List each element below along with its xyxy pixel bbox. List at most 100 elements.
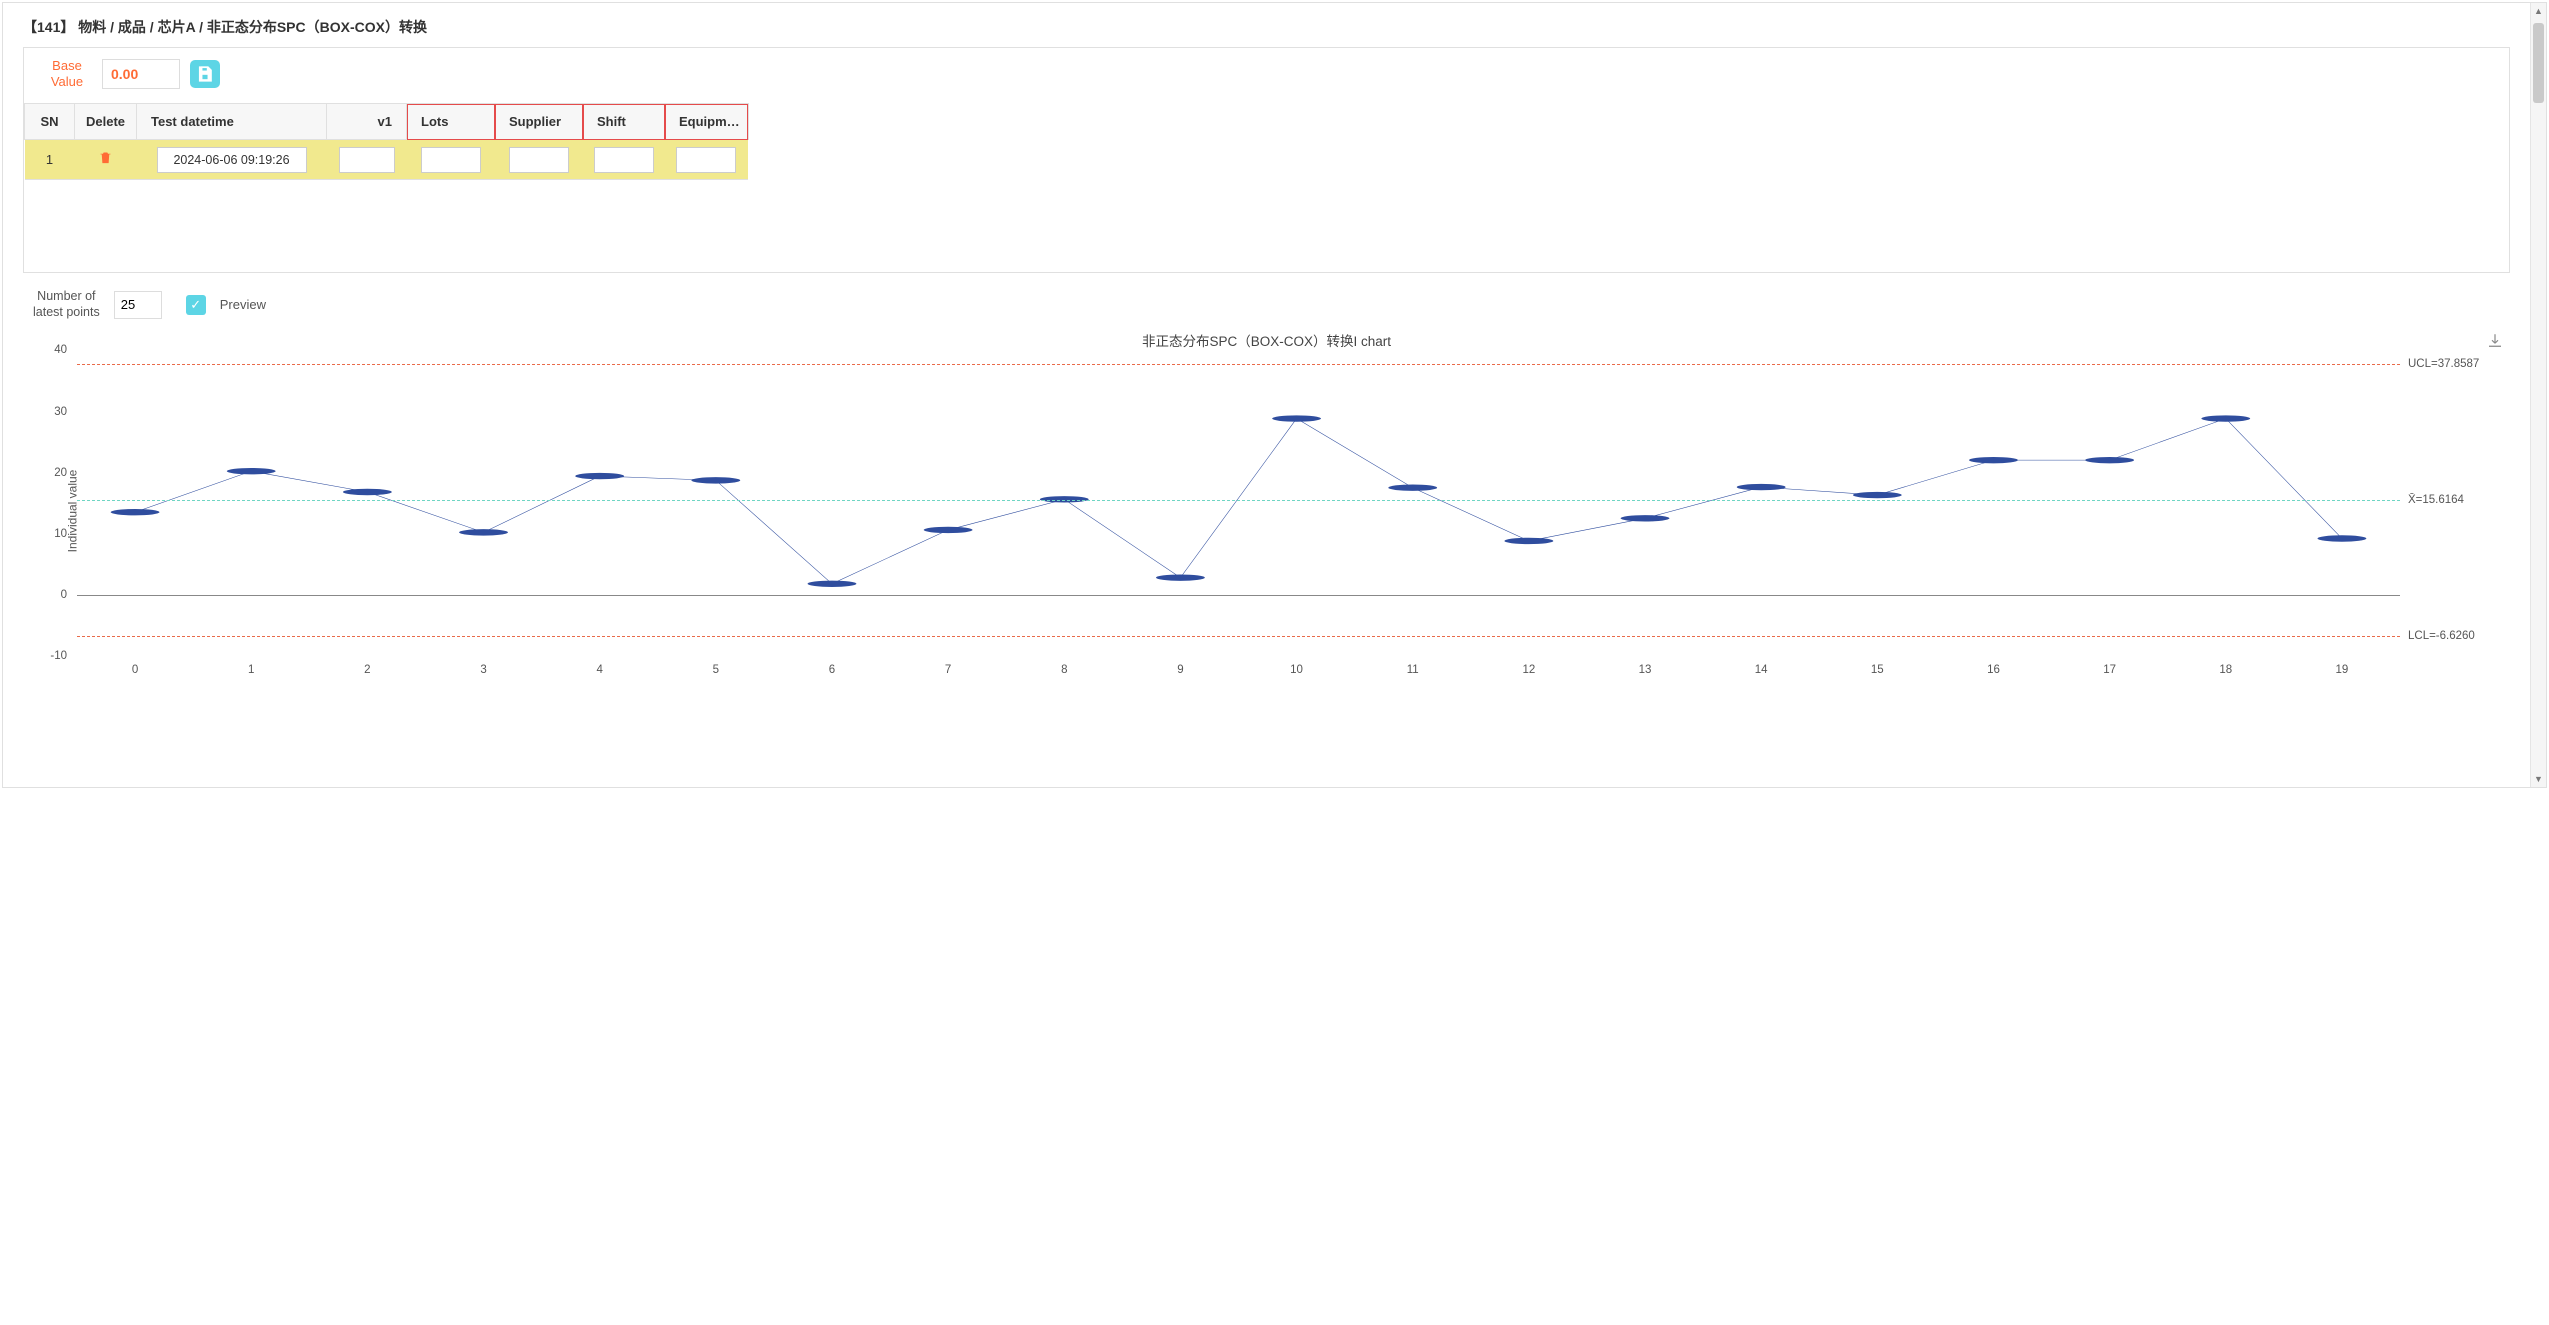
cell-sn: 1 [25,140,75,180]
lots-input[interactable] [421,147,481,173]
series-point [111,509,160,515]
x-tick: 10 [1290,656,1303,676]
content-pane: 【141】 物料 / 成品 / 芯片A / 非正态分布SPC（BOX-COX）转… [3,3,2530,787]
latest-points-input[interactable] [114,291,162,319]
cell-supplier [495,140,583,180]
x-tick: 4 [596,656,602,676]
x-tick: 0 [132,656,138,676]
x-tick: 17 [2103,656,2116,676]
col-supplier: Supplier [495,104,583,140]
series-point [1388,485,1437,491]
cell-shift [583,140,665,180]
series-point [1272,416,1321,422]
preview-row: Number of latest points ✓ Preview [3,287,2530,322]
y-tick: -10 [50,650,77,662]
cell-datetime: 2024-06-06 09:19:26 [137,140,327,180]
series-point [227,468,276,474]
config-card: Base Value SN Del [23,47,2510,273]
base-value-input[interactable] [102,59,180,89]
x-tick: 7 [945,656,951,676]
download-icon [2486,332,2504,350]
y-tick: 10 [54,528,77,540]
x-tick: 3 [480,656,486,676]
x-tick: 9 [1177,656,1183,676]
chart-area: 非正态分布SPC（BOX-COX）转换I chart Individual va… [23,326,2510,696]
app-root: 【141】 物料 / 成品 / 芯片A / 非正态分布SPC（BOX-COX）转… [2,2,2547,788]
cell-equipment [665,140,749,180]
series-point [2201,416,2250,422]
cell-lots [407,140,495,180]
latest-label-line2: latest points [33,305,100,319]
cell-v1 [327,140,407,180]
col-lots: Lots [407,104,495,140]
series-point [1621,516,1670,522]
y-tick: 0 [61,589,77,601]
series-point [1853,492,1902,498]
x-tick: 15 [1871,656,1884,676]
x-tick: 19 [2336,656,2349,676]
reference-label: LCL=-6.6260 [2400,630,2475,642]
col-datetime: Test datetime [137,104,327,140]
chart-title: 非正态分布SPC（BOX-COX）转换I chart [23,326,2510,350]
series-point [1156,575,1205,581]
scroll-down-button[interactable]: ▼ [2531,771,2546,787]
x-tick: 18 [2219,656,2232,676]
x-tick: 14 [1755,656,1768,676]
x-tick: 16 [1987,656,2000,676]
chart-plot: -100102030400123456789101112131415161718… [77,350,2400,656]
equipment-input[interactable] [676,147,736,173]
base-value-label: Base Value [42,58,92,89]
cell-delete [75,140,137,180]
y-tick: 20 [54,467,77,479]
scroll-thumb[interactable] [2533,23,2544,103]
series-point [924,527,973,533]
x-tick: 13 [1639,656,1652,676]
x-tick: 8 [1061,656,1067,676]
supplier-input[interactable] [509,147,569,173]
trash-icon [98,150,113,165]
v1-input[interactable] [339,147,395,173]
datetime-input[interactable]: 2024-06-06 09:19:26 [157,147,307,173]
preview-label: Preview [220,297,266,312]
chart-download-button[interactable] [2486,332,2504,350]
zero-line [77,595,2400,596]
delete-row-button[interactable] [98,152,113,169]
shift-input[interactable] [594,147,654,173]
x-tick: 2 [364,656,370,676]
series-point [691,478,740,484]
x-tick: 6 [829,656,835,676]
base-value-row: Base Value [24,48,2509,103]
reference-label: UCL=37.8587 [2400,358,2479,370]
series-point [2085,457,2134,463]
y-tick: 40 [54,344,77,356]
reference-line [77,636,2400,637]
y-tick: 30 [54,406,77,418]
chart-series [77,350,2400,656]
series-point [459,530,508,536]
series-point [1504,538,1553,544]
col-delete: Delete [75,104,137,140]
save-button[interactable] [190,60,220,88]
x-tick: 1 [248,656,254,676]
base-label-line1: Base [52,58,82,73]
reference-line [77,500,2400,501]
latest-points-label: Number of latest points [33,289,100,320]
latest-label-line1: Number of [37,289,95,303]
col-shift: Shift [583,104,665,140]
table-row: 1 2024-06-06 09:19:26 [25,140,749,180]
series-point [2318,536,2367,542]
col-equipment: Equipm… [665,104,749,140]
base-label-line2: Value [51,74,83,89]
series-point [1969,457,2018,463]
data-table-wrap: SN Delete Test datetime v1 Lots Supplier… [24,103,2509,272]
scroll-up-button[interactable]: ▲ [2531,3,2546,19]
col-v1: v1 [327,104,407,140]
col-sn: SN [25,104,75,140]
preview-checkbox[interactable]: ✓ [186,295,206,315]
x-tick: 5 [713,656,719,676]
series-point [808,581,857,587]
vertical-scrollbar[interactable]: ▲ ▼ [2530,3,2546,787]
reference-line [77,364,2400,365]
table-empty-space [24,180,2509,272]
series-line [135,419,2342,584]
